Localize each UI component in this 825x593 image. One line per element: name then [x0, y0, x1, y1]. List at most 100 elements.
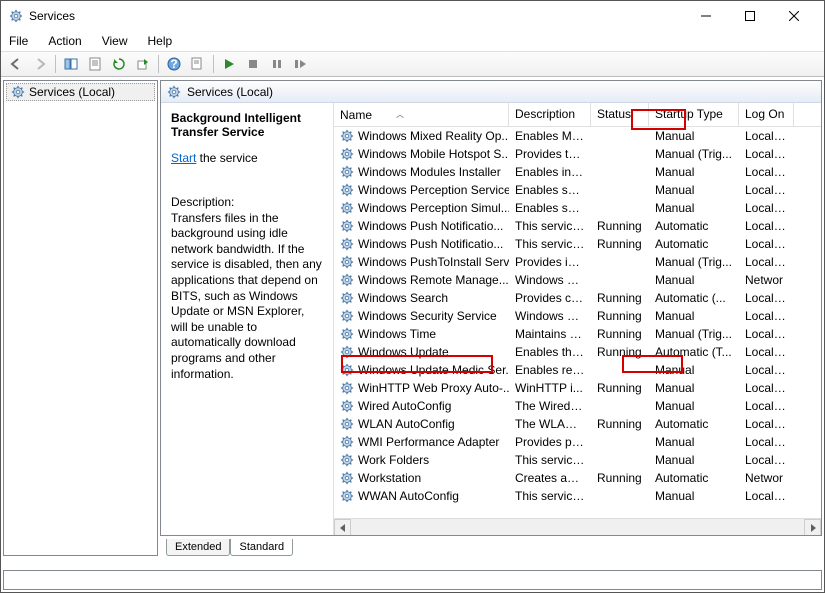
- tab-standard[interactable]: Standard: [230, 539, 293, 556]
- service-logon: Local Sy: [739, 309, 794, 323]
- service-startup: Manual: [649, 273, 739, 287]
- app-icon: [9, 9, 23, 23]
- minimize-button[interactable]: [684, 2, 728, 30]
- service-row[interactable]: Windows SearchProvides co...RunningAutom…: [334, 289, 821, 307]
- service-logon: Local Sy: [739, 183, 794, 197]
- service-row[interactable]: Windows Perception ServiceEnables spa...…: [334, 181, 821, 199]
- col-logon[interactable]: Log On: [739, 103, 794, 126]
- service-row[interactable]: WorkstationCreates and...RunningAutomati…: [334, 469, 821, 487]
- export-button[interactable]: [132, 53, 154, 75]
- back-button[interactable]: [5, 53, 27, 75]
- service-desc: Enables Mix...: [509, 129, 591, 143]
- service-desc: WinHTTP i...: [509, 381, 591, 395]
- service-logon: Local Sy: [739, 255, 794, 269]
- start-service-link[interactable]: Start: [171, 151, 196, 165]
- services-icon: [11, 85, 25, 99]
- service-icon: [340, 165, 354, 179]
- start-service-button[interactable]: [218, 53, 240, 75]
- menu-file[interactable]: File: [5, 34, 32, 48]
- service-name: Windows PushToInstall Serv...: [358, 255, 509, 269]
- service-row[interactable]: Windows Mobile Hotspot S...Provides th..…: [334, 145, 821, 163]
- restart-service-button[interactable]: [290, 53, 312, 75]
- service-row[interactable]: Work FoldersThis service ...ManualLocal …: [334, 451, 821, 469]
- selected-service-name: Background Intelligent Transfer Service: [171, 111, 301, 139]
- service-desc: This service ...: [509, 237, 591, 251]
- scroll-left-button[interactable]: [334, 519, 351, 535]
- service-row[interactable]: WMI Performance AdapterProvides pe...Man…: [334, 433, 821, 451]
- service-name: Windows Update Medic Ser...: [358, 363, 509, 377]
- service-desc: Enables spa...: [509, 183, 591, 197]
- tree-item-services-local[interactable]: Services (Local): [6, 83, 155, 101]
- menu-view[interactable]: View: [98, 34, 132, 48]
- service-desc: This service ...: [509, 219, 591, 233]
- service-logon: Local Sy: [739, 363, 794, 377]
- maximize-button[interactable]: [728, 2, 772, 30]
- service-logon: Local Se: [739, 327, 794, 341]
- show-hide-button[interactable]: [60, 53, 82, 75]
- service-row[interactable]: Windows TimeMaintains d...RunningManual …: [334, 325, 821, 343]
- service-startup: Manual: [649, 399, 739, 413]
- menu-help[interactable]: Help: [144, 34, 177, 48]
- service-row[interactable]: WinHTTP Web Proxy Auto-...WinHTTP i...Ru…: [334, 379, 821, 397]
- service-icon: [340, 309, 354, 323]
- statusbar: [3, 570, 822, 590]
- service-startup: Manual: [649, 183, 739, 197]
- service-startup: Manual: [649, 435, 739, 449]
- service-icon: [340, 435, 354, 449]
- service-desc: Enables the ...: [509, 345, 591, 359]
- service-icon: [340, 201, 354, 215]
- scroll-right-button[interactable]: [804, 519, 821, 535]
- service-desc: This service ...: [509, 489, 591, 503]
- service-name: WinHTTP Web Proxy Auto-...: [358, 381, 509, 395]
- refresh-button[interactable]: [108, 53, 130, 75]
- service-icon: [340, 273, 354, 287]
- service-startup: Automatic (...: [649, 291, 739, 305]
- description-heading: Description:: [171, 195, 323, 211]
- service-row[interactable]: Windows Update Medic Ser...Enables rem..…: [334, 361, 821, 379]
- service-logon: Local Sy: [739, 219, 794, 233]
- menu-action[interactable]: Action: [44, 34, 85, 48]
- view-tabs: Extended Standard: [160, 536, 822, 556]
- service-startup: Automatic (T...: [649, 345, 739, 359]
- find-button[interactable]: [187, 53, 209, 75]
- service-row[interactable]: Windows Security ServiceWindows Se...Run…: [334, 307, 821, 325]
- col-startup[interactable]: Startup Type: [649, 103, 739, 126]
- service-row[interactable]: WLAN AutoConfigThe WLANS...RunningAutoma…: [334, 415, 821, 433]
- service-icon: [340, 219, 354, 233]
- service-logon: Local Sy: [739, 165, 794, 179]
- service-row[interactable]: Windows Mixed Reality Op...Enables Mix..…: [334, 127, 821, 145]
- service-icon: [340, 345, 354, 359]
- pause-service-button[interactable]: [266, 53, 288, 75]
- service-startup: Manual (Trig...: [649, 327, 739, 341]
- service-row[interactable]: Windows Remote Manage...Windows R...Manu…: [334, 271, 821, 289]
- col-status[interactable]: Status: [591, 103, 649, 126]
- col-description[interactable]: Description: [509, 103, 591, 126]
- service-row[interactable]: Wired AutoConfigThe Wired A...ManualLoca…: [334, 397, 821, 415]
- help-button[interactable]: ?: [163, 53, 185, 75]
- service-status: Running: [591, 237, 649, 251]
- service-logon: Local Sy: [739, 237, 794, 251]
- service-desc: Enables inst...: [509, 165, 591, 179]
- service-icon: [340, 381, 354, 395]
- service-row[interactable]: Windows Modules InstallerEnables inst...…: [334, 163, 821, 181]
- service-name: Windows Perception Simul...: [358, 201, 509, 215]
- service-row[interactable]: Windows Push Notificatio...This service …: [334, 235, 821, 253]
- service-row[interactable]: Windows Push Notificatio...This service …: [334, 217, 821, 235]
- properties-button[interactable]: [84, 53, 106, 75]
- service-row[interactable]: Windows PushToInstall Serv...Provides in…: [334, 253, 821, 271]
- service-startup: Manual (Trig...: [649, 255, 739, 269]
- service-startup: Automatic: [649, 237, 739, 251]
- close-button[interactable]: [772, 2, 816, 30]
- service-icon: [340, 363, 354, 377]
- service-row[interactable]: WWAN AutoConfigThis service ...ManualLoc…: [334, 487, 821, 505]
- service-row[interactable]: Windows Perception Simul...Enables spa..…: [334, 199, 821, 217]
- service-icon: [340, 327, 354, 341]
- service-desc: Maintains d...: [509, 327, 591, 341]
- service-icon: [340, 129, 354, 143]
- col-name[interactable]: Name︿: [334, 103, 509, 126]
- service-logon: Local Sy: [739, 201, 794, 215]
- service-row[interactable]: Windows UpdateEnables the ...RunningAuto…: [334, 343, 821, 361]
- forward-button[interactable]: [29, 53, 51, 75]
- tab-extended[interactable]: Extended: [166, 539, 230, 556]
- stop-service-button[interactable]: [242, 53, 264, 75]
